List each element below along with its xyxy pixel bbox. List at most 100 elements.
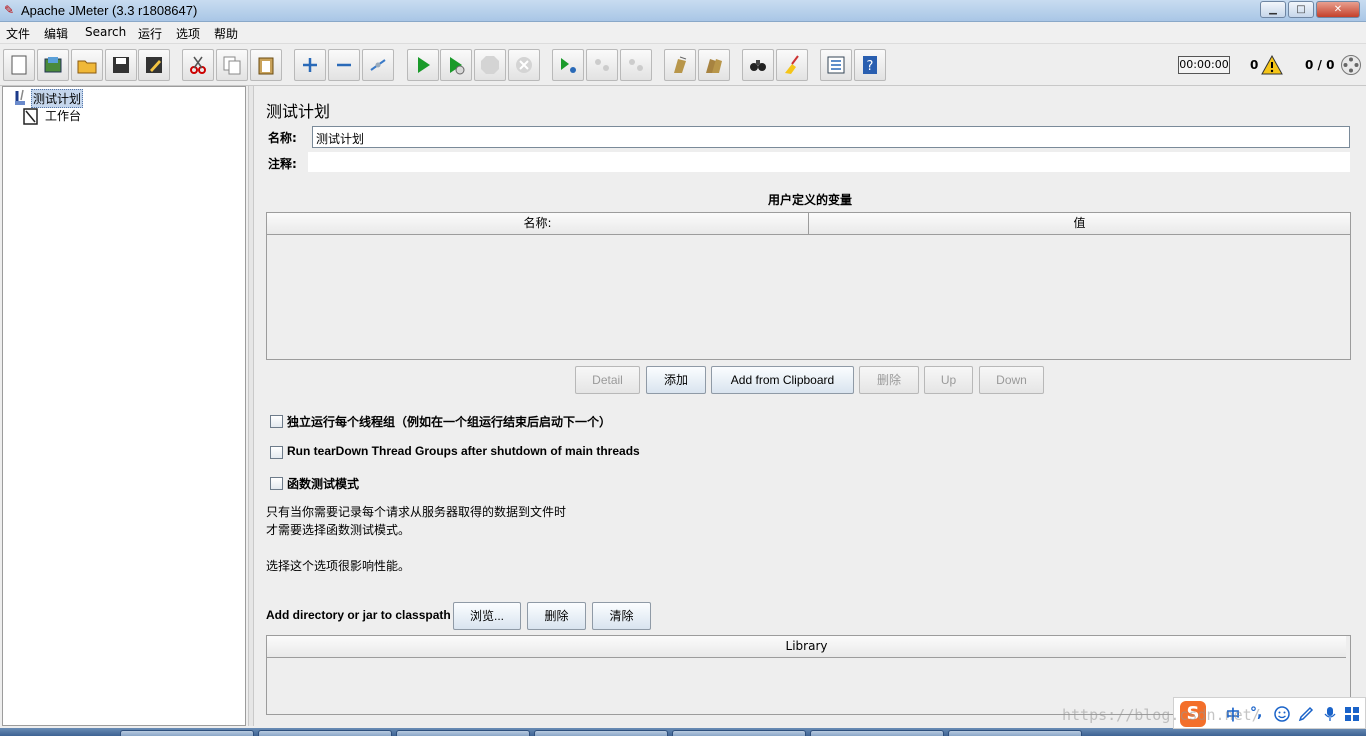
menu-options[interactable]: 选项	[176, 25, 200, 42]
running-status-icon	[1341, 55, 1361, 75]
teardown-on-shutdown-checkbox[interactable]	[270, 446, 283, 459]
delete-button[interactable]: 删除	[859, 366, 919, 394]
expand-button[interactable]	[294, 49, 326, 81]
comment-label: 注释:	[268, 157, 297, 171]
user-variables-table[interactable]: 名称: 值	[266, 212, 1351, 360]
classpath-clear-button[interactable]: 清除	[592, 602, 651, 630]
save-icon	[113, 57, 129, 73]
search-button[interactable]	[742, 49, 774, 81]
templates-icon	[44, 57, 62, 73]
new-button[interactable]	[3, 49, 35, 81]
menu-file[interactable]: 文件	[6, 25, 30, 42]
add-from-clipboard-button[interactable]: Add from Clipboard	[711, 366, 854, 394]
tree-item-workbench[interactable]: 工作台	[11, 107, 111, 125]
menu-edit[interactable]: 编辑	[44, 25, 68, 42]
elapsed-time: 00:00:00	[1178, 56, 1230, 74]
open-button[interactable]	[71, 49, 103, 81]
taskbar-button[interactable]	[810, 730, 944, 736]
save-button[interactable]	[105, 49, 137, 81]
browse-button[interactable]: 浏览...	[453, 602, 521, 630]
clear-button[interactable]	[664, 49, 696, 81]
templates-button[interactable]	[37, 49, 69, 81]
save-as-button[interactable]	[138, 49, 170, 81]
start-no-timers-button[interactable]	[440, 49, 472, 81]
maximize-button[interactable]: □	[1288, 1, 1314, 18]
performance-warning-note: 选择这个选项很影响性能。	[266, 559, 411, 573]
checkbox-label: Run tearDown Thread Groups after shutdow…	[287, 444, 640, 458]
toolbox-icon[interactable]	[1344, 706, 1360, 722]
classpath-delete-button[interactable]: 删除	[527, 602, 586, 630]
remote-start-button[interactable]	[552, 49, 584, 81]
column-header-name[interactable]: 名称:	[267, 213, 809, 235]
new-icon	[11, 55, 27, 75]
comment-field[interactable]	[308, 152, 1350, 172]
down-button[interactable]: Down	[979, 366, 1044, 394]
workbench-icon	[23, 108, 38, 125]
taskbar-button[interactable]	[672, 730, 806, 736]
shutdown-button[interactable]	[508, 49, 540, 81]
taskbar-button[interactable]	[120, 730, 254, 736]
detail-button[interactable]: Detail	[575, 366, 640, 394]
warning-icon[interactable]	[1261, 55, 1283, 75]
window-title: Apache JMeter (3.3 r1808647)	[21, 3, 198, 18]
stop-icon	[481, 56, 499, 74]
toolbar: ?	[0, 44, 1366, 86]
shutdown-icon	[516, 57, 532, 73]
menu-help[interactable]: 帮助	[214, 25, 238, 42]
tree-item-label: 测试计划	[31, 89, 84, 108]
functional-mode-note-line1: 只有当你需要记录每个请求从服务器取得的数据到文件时	[266, 505, 567, 519]
tree-item-test-plan[interactable]: 测试计划	[11, 89, 111, 108]
collapse-button[interactable]	[328, 49, 360, 81]
up-button[interactable]: Up	[924, 366, 973, 394]
reset-search-button[interactable]	[776, 49, 808, 81]
cut-button[interactable]	[182, 49, 214, 81]
menu-search[interactable]: Search	[85, 25, 126, 39]
voice-icon[interactable]	[1322, 706, 1338, 722]
copy-button[interactable]	[216, 49, 248, 81]
start-no-timers-icon	[450, 57, 465, 75]
user-variables-title: 用户定义的变量	[767, 193, 852, 207]
remote-stop-button[interactable]	[586, 49, 618, 81]
collapse-icon	[337, 63, 351, 67]
stop-button[interactable]	[474, 49, 506, 81]
clear-all-icon	[706, 59, 722, 73]
close-button[interactable]: ✕	[1316, 1, 1360, 18]
open-icon	[77, 60, 97, 74]
taskbar-button[interactable]	[396, 730, 530, 736]
clear-all-button[interactable]	[698, 49, 730, 81]
functional-mode-checkbox[interactable]	[270, 477, 283, 490]
taskbar-button[interactable]	[534, 730, 668, 736]
toggle-button[interactable]	[362, 49, 394, 81]
emoji-icon[interactable]	[1274, 706, 1290, 722]
start-icon	[418, 57, 430, 73]
reset-search-icon	[785, 55, 799, 74]
function-helper-icon	[827, 56, 845, 74]
menu-run[interactable]: 运行	[138, 25, 162, 42]
handwriting-icon[interactable]	[1298, 706, 1314, 722]
name-field[interactable]: 测试计划	[312, 126, 1350, 148]
name-row: 名称: 测试计划	[266, 126, 1351, 148]
column-header-library[interactable]: Library	[267, 636, 1346, 658]
taskbar-button[interactable]	[948, 730, 1082, 736]
taskbar-button[interactable]	[258, 730, 392, 736]
start-button[interactable]	[407, 49, 439, 81]
save-as-icon	[146, 57, 162, 73]
help-button[interactable]: ?	[854, 49, 886, 81]
split-pane-divider[interactable]	[248, 86, 254, 726]
clear-icon	[674, 56, 687, 73]
svg-text:?: ?	[867, 59, 874, 74]
function-helper-button[interactable]	[820, 49, 852, 81]
serialize-threadgroups-checkbox[interactable]	[270, 415, 283, 428]
add-button[interactable]: 添加	[646, 366, 706, 394]
minimize-button[interactable]: ▁	[1260, 1, 1286, 18]
cut-icon	[190, 56, 206, 74]
toggle-icon	[370, 59, 386, 71]
remote-shutdown-button[interactable]	[620, 49, 652, 81]
column-header-value[interactable]: 值	[809, 213, 1350, 235]
functional-mode-note-line2: 才需要选择函数测试模式。	[266, 523, 411, 537]
page-title: 测试计划	[266, 102, 331, 121]
paste-button[interactable]	[250, 49, 282, 81]
name-label: 名称:	[268, 131, 297, 145]
comment-row: 注释:	[266, 152, 1351, 174]
active-threads: 0 / 0	[1305, 58, 1335, 72]
